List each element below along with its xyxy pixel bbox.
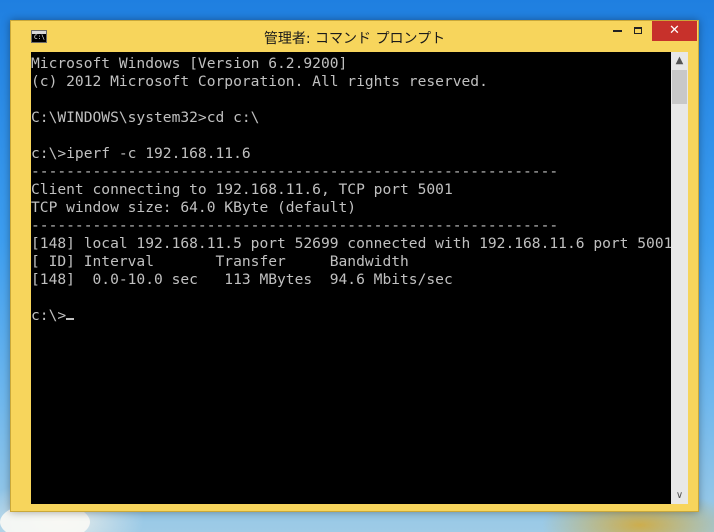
title-bar[interactable]: C:\ 管理者: コマンド プロンプト ✕	[11, 21, 698, 52]
text-cursor	[66, 318, 75, 320]
console-line: ----------------------------------------…	[31, 217, 559, 234]
console-line: (c) 2012 Microsoft Corporation. All righ…	[31, 73, 488, 90]
vertical-scrollbar[interactable]: ▲ ∨	[671, 52, 688, 504]
console-line: Client connecting to 192.168.11.6, TCP p…	[31, 181, 453, 198]
console-line: [148] local 192.168.11.5 port 52699 conn…	[31, 235, 671, 252]
console-line: Microsoft Windows [Version 6.2.9200]	[31, 55, 348, 72]
close-button[interactable]: ✕	[652, 21, 697, 41]
console-line: c:\>	[31, 307, 67, 324]
maximize-icon	[634, 27, 642, 34]
scroll-up-icon[interactable]: ▲	[671, 52, 688, 69]
scroll-down-icon[interactable]: ∨	[671, 487, 688, 504]
maximize-button[interactable]	[626, 21, 650, 41]
window-title: 管理者: コマンド プロンプト	[263, 31, 446, 47]
console-line: [ ID] Interval Transfer Bandwidth	[31, 253, 409, 270]
console-text: Microsoft Windows [Version 6.2.9200] (c)…	[31, 52, 671, 325]
console-line: [148] 0.0-10.0 sec 113 MBytes 94.6 Mbits…	[31, 271, 453, 288]
console-line: TCP window size: 64.0 KByte (default)	[31, 199, 357, 216]
close-icon: ✕	[669, 23, 680, 38]
console-line: c:\>iperf -c 192.168.11.6	[31, 145, 251, 162]
minimize-icon	[612, 29, 622, 32]
console-line: ----------------------------------------…	[31, 163, 559, 180]
console-line: C:\WINDOWS\system32>cd c:\	[31, 109, 260, 126]
command-prompt-window[interactable]: C:\ 管理者: コマンド プロンプト ✕ Microsoft Windows …	[10, 20, 699, 512]
console-output[interactable]: Microsoft Windows [Version 6.2.9200] (c)…	[31, 52, 671, 504]
scroll-thumb[interactable]	[672, 70, 687, 104]
